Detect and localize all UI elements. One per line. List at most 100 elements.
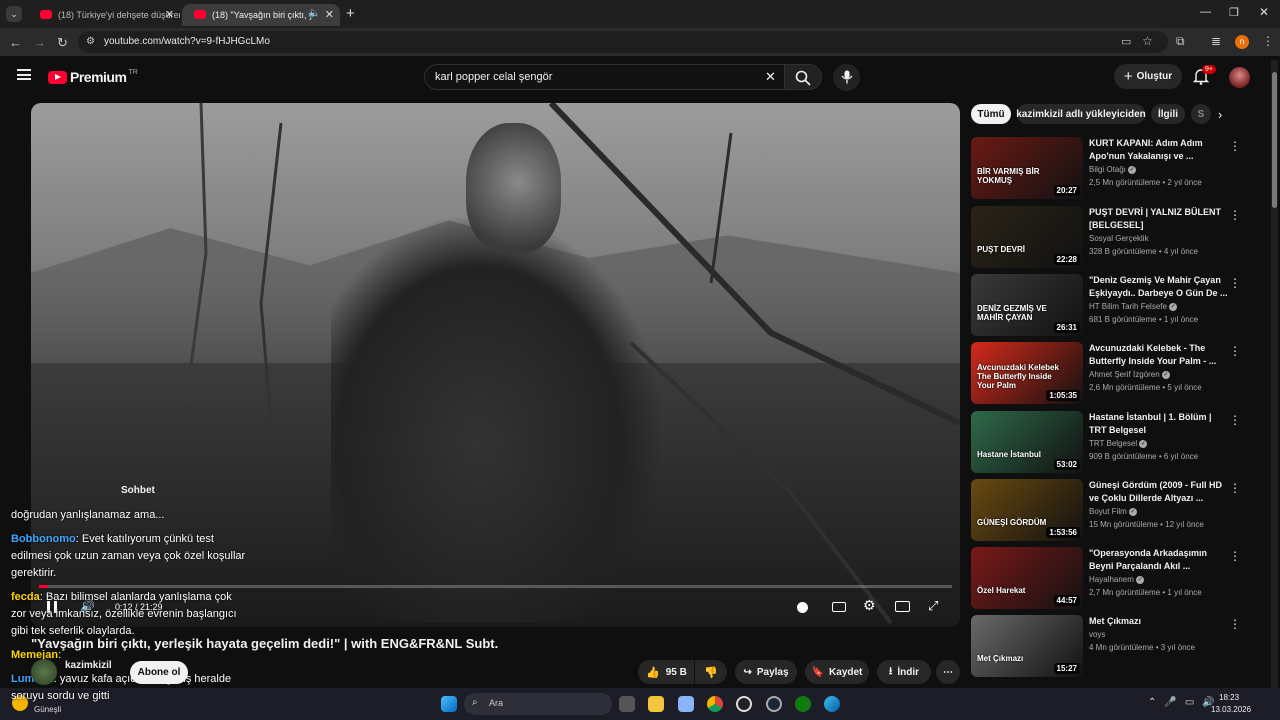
recommendation-channel[interactable]: TRT Belgesel ✓: [1089, 439, 1148, 448]
chip-more[interactable]: S: [1191, 104, 1211, 124]
clock-date[interactable]: 13.03.2026: [1211, 705, 1251, 714]
more-actions-button[interactable]: ⋯: [936, 660, 960, 684]
recommendation-title[interactable]: Avcunuzdaki Kelebek - The Butterfly Insid…: [1089, 342, 1239, 368]
hamburger-menu-icon[interactable]: [17, 69, 31, 80]
recommendation-channel[interactable]: Hayalhanem ✓: [1089, 575, 1145, 584]
browser-tab-1[interactable]: (18) Türkiye'yi dehşete düşüren ✕: [28, 4, 180, 26]
more-options-icon[interactable]: ⋮: [1229, 276, 1241, 290]
notifications-button[interactable]: 9+: [1192, 65, 1216, 90]
forward-icon[interactable]: →: [33, 35, 46, 50]
autoplay-toggle[interactable]: [797, 602, 808, 613]
search-input[interactable]: karl popper celal şengör: [435, 71, 552, 83]
miniplayer-icon[interactable]: [895, 601, 910, 612]
channel-name[interactable]: kazimkizil: [65, 660, 112, 671]
app-icon[interactable]: [678, 696, 694, 712]
page-scrollbar[interactable]: [1271, 60, 1278, 688]
chips-next-chevron-icon[interactable]: ›: [1218, 107, 1222, 122]
dislike-button[interactable]: 👎: [695, 660, 727, 684]
recommendation-channel[interactable]: Ahmet Şerif İzgören ✓: [1089, 370, 1170, 379]
app-dark-icon[interactable]: [736, 696, 752, 712]
taskbar-search[interactable]: ⌕ Ara: [464, 693, 612, 715]
subscribe-button[interactable]: Abone ol: [130, 661, 188, 684]
chrome-icon[interactable]: [707, 696, 723, 712]
reload-icon[interactable]: ↻: [57, 35, 68, 51]
video-thumbnail[interactable]: Met Çıkmazı 15:27: [971, 615, 1083, 677]
save-button[interactable]: 🔖 Kaydet: [805, 660, 869, 684]
more-options-icon[interactable]: ⋮: [1229, 549, 1241, 563]
browser-menu-icon[interactable]: ⋮: [1262, 34, 1274, 48]
media-icon[interactable]: ≣: [1211, 34, 1221, 48]
url-text[interactable]: youtube.com/watch?v=9-fHJHGcLMo: [104, 36, 270, 47]
recommendation-item[interactable]: Özel Harekat 44:57 "Operasyonda Arkadaşımı…: [971, 547, 1261, 611]
recommendation-title[interactable]: Met Çıkmazı: [1089, 615, 1239, 628]
scrollbar-thumb[interactable]: [1272, 72, 1277, 208]
restore-icon[interactable]: ❐: [1229, 6, 1239, 19]
audio-icon[interactable]: 🔈: [308, 8, 320, 19]
more-options-icon[interactable]: ⋮: [1229, 139, 1241, 153]
recommendation-title[interactable]: "Deniz Gezmiş Ve Mahir Çayan Eşkiyaydı.. …: [1089, 274, 1239, 300]
clock-time[interactable]: 18:23: [1219, 693, 1239, 702]
close-tab-icon[interactable]: ✕: [325, 8, 334, 21]
recommendation-channel[interactable]: Bilgi Otağı ✓: [1089, 165, 1137, 174]
video-thumbnail[interactable]: BİR VARMIŞ BİR YOKMUŞ 20:27: [971, 137, 1083, 199]
steam-icon[interactable]: [766, 696, 782, 712]
subtitles-icon[interactable]: [832, 602, 846, 612]
chip-related[interactable]: İlgili: [1151, 104, 1185, 124]
account-avatar[interactable]: [1229, 67, 1250, 88]
recommendation-title[interactable]: "Operasyonda Arkadaşımın Beyni Parçalandı…: [1089, 547, 1239, 573]
chip-uploader[interactable]: kazimkizil adlı yükleyiciden: [1016, 104, 1146, 124]
tab-menu-button[interactable]: ⌄: [6, 6, 22, 22]
new-tab-button[interactable]: +: [346, 5, 355, 22]
more-options-icon[interactable]: ⋮: [1229, 344, 1241, 358]
recommendation-channel[interactable]: HT Bilim Tarih Felsefe ✓: [1089, 302, 1178, 311]
extensions-icon[interactable]: ⧉: [1176, 34, 1185, 49]
file-explorer-icon[interactable]: [648, 696, 664, 712]
search-button[interactable]: [784, 64, 822, 90]
browser-tab-2-active[interactable]: (18) "Yavşağın biri çıktı, yerl 🔈 ✕: [182, 4, 340, 26]
recommendation-title[interactable]: PUŞT DEVRİ | YALNIZ BÜLENT [BELGESEL]: [1089, 206, 1239, 232]
video-thumbnail[interactable]: Özel Harekat 44:57: [971, 547, 1083, 609]
recommendation-item[interactable]: PUŞT DEVRİ 22:28 PUŞT DEVRİ | YALNIZ BÜLEN…: [971, 206, 1261, 270]
recommendation-channel[interactable]: Sosyal Gerçeklik: [1089, 234, 1149, 243]
recommendation-item[interactable]: BİR VARMIŞ BİR YOKMUŞ 20:27 KURT KAPANI: A…: [971, 137, 1261, 201]
download-button[interactable]: ⭳ İndir: [877, 660, 931, 684]
recommendation-title[interactable]: KURT KAPANI: Adım Adım Apo'nun Yakalanışı…: [1089, 137, 1239, 163]
recommendation-title[interactable]: Hastane İstanbul | 1. Bölüm | TRT Belgese…: [1089, 411, 1239, 437]
start-windows-icon[interactable]: [441, 696, 457, 712]
video-thumbnail[interactable]: Hastane İstanbul 53:02: [971, 411, 1083, 473]
settings-gear-icon[interactable]: ⚙: [863, 597, 876, 614]
task-view-icon[interactable]: [619, 696, 635, 712]
site-info-icon[interactable]: ⚙: [86, 36, 95, 47]
search-box[interactable]: karl popper celal şengör ✕: [424, 64, 788, 90]
video-thumbnail[interactable]: DENİZ GEZMİŞ VE MAHİR ÇAYAN 26:31: [971, 274, 1083, 336]
recommendation-channel[interactable]: Boyut Film ✓: [1089, 507, 1138, 516]
youtube-logo[interactable]: Premium TR: [48, 69, 138, 85]
recommendation-title[interactable]: Güneşi Gördüm (2009 - Full HD ve Çoklu Di…: [1089, 479, 1239, 505]
bookmark-star-icon[interactable]: ☆: [1142, 34, 1153, 48]
fullscreen-icon[interactable]: ⤢: [928, 598, 938, 614]
clear-search-icon[interactable]: ✕: [765, 69, 776, 85]
more-options-icon[interactable]: ⋮: [1229, 617, 1241, 631]
chip-all[interactable]: Tümü: [971, 104, 1011, 124]
video-thumbnail[interactable]: Avcunuzdaki Kelebek The Butterfly Inside…: [971, 342, 1083, 404]
edge-icon[interactable]: [824, 696, 840, 712]
create-button[interactable]: + Oluştur: [1114, 64, 1182, 89]
more-options-icon[interactable]: ⋮: [1229, 413, 1241, 427]
profile-avatar[interactable]: n: [1235, 35, 1249, 49]
recommendation-item[interactable]: Avcunuzdaki Kelebek The Butterfly Inside…: [971, 342, 1261, 406]
recommendation-item[interactable]: Met Çıkmazı 15:27 Met Çıkmazı voys 4 Mn görü…: [971, 615, 1261, 679]
video-thumbnail[interactable]: PUŞT DEVRİ 22:28: [971, 206, 1083, 268]
more-options-icon[interactable]: ⋮: [1229, 208, 1241, 222]
recommendation-channel[interactable]: voys: [1089, 630, 1105, 639]
voice-search-button[interactable]: [833, 64, 860, 91]
cast-icon[interactable]: ▭: [1121, 35, 1131, 48]
like-button[interactable]: 👍 95 B: [638, 660, 694, 684]
close-tab-icon[interactable]: ✕: [165, 8, 174, 21]
video-thumbnail[interactable]: GÜNEŞİ GÖRDÜM 1:53:56: [971, 479, 1083, 541]
xbox-icon[interactable]: [795, 696, 811, 712]
more-options-icon[interactable]: ⋮: [1229, 481, 1241, 495]
share-button[interactable]: ↪ Paylaş: [735, 660, 797, 684]
recommendation-item[interactable]: Hastane İstanbul 53:02 Hastane İstanbul | …: [971, 411, 1261, 475]
close-window-icon[interactable]: ✕: [1259, 5, 1269, 19]
back-icon[interactable]: ←: [9, 35, 22, 50]
